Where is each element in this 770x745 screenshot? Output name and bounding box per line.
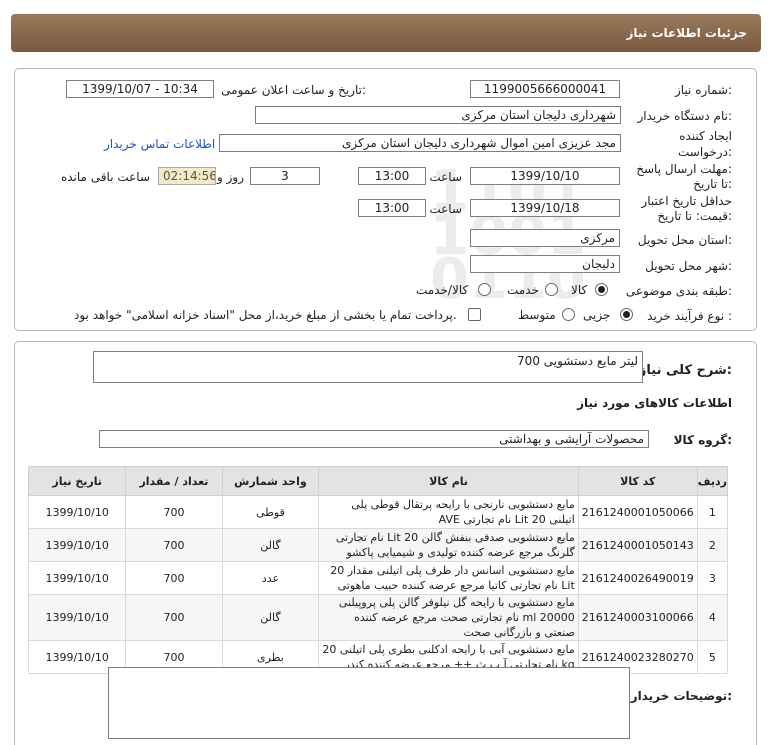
row-unit: گالن [221,594,320,641]
row-code: 2161240001050143 [577,528,698,562]
category-option-goods-service: کالا/خدمت [416,283,469,297]
deadline-time-field: 13:00 [358,167,426,185]
province-label: استان محل تحویل: [637,233,732,247]
process-label: نوع فرآیند خرید : [647,309,732,323]
row-name: مایع دستشویی با رایحه گل نیلوفر گالن پلی… [318,594,579,641]
buyer-org-field: شهرداری دلیجان استان مرکزی [255,106,621,124]
validity-label-2: قیمت: تا تاریخ: [657,209,732,223]
page-header: جزئیات اطلاعات نیاز [11,14,761,52]
row-index: 2 [696,528,729,562]
table-row: 3 2161240026490019 مایع دستشویی اسانس دا… [27,561,729,595]
days-label: روز و [217,170,244,184]
category-option-goods: کالا [571,283,588,297]
goods-table-header: ردیف کد کالا نام کالا واحد شمارش تعداد /… [27,466,729,496]
col-code: کد کالا [577,466,698,496]
row-qty: 700 [125,594,223,641]
row-unit: عدد [221,561,320,595]
validity-time-field: 13:00 [358,199,426,217]
row-date: 1399/10/10 [27,561,127,595]
creator-field: مجد عزیزی امین اموال شهرداری دلیجان استا… [219,134,621,152]
treasury-payment-checkbox[interactable] [468,308,481,321]
table-row: 1 2161240001050066 مایع دستشویی نارنجی ب… [27,495,729,529]
row-qty: 700 [125,561,223,595]
col-date: تاریخ نیاز [27,466,127,496]
summary-label: شرح کلی نیاز: [638,363,732,378]
goods-group-field: محصولات آرایشی و بهداشتی [99,430,649,448]
row-unit: گالن [221,528,320,562]
deadline-time-label: ساعت [429,170,462,184]
days-field: 3 [250,167,320,185]
remaining-time-field: 02:14:56 [158,167,216,185]
row-index: 3 [696,561,729,595]
col-qty: تعداد / مقدار [125,466,223,496]
row-index: 1 [696,495,729,529]
row-code: 2161240026490019 [577,561,698,595]
process-radio-medium[interactable] [562,308,575,321]
category-option-service: خدمت [507,283,539,297]
col-name: نام کالا [318,466,579,496]
buyer-contact-link[interactable]: اطلاعات تماس خریدار [104,137,215,151]
process-radio-minor[interactable] [620,308,633,321]
row-qty: 700 [125,495,223,529]
city-label: شهر محل تحویل: [645,259,732,273]
row-index: 5 [696,640,729,674]
buyer-notes-label: توضیحات خریدار: [630,689,732,703]
validity-label-1: حداقل تاریخ اعتبار [641,194,732,208]
table-row: 4 2161240003100066 مایع دستشویی با رایحه… [27,594,729,641]
row-code: 2161240001050066 [577,495,698,529]
buyer-org-label: نام دستگاه خریدار: [637,109,733,123]
category-radio-goods[interactable] [595,283,608,296]
row-code: 2161240003100066 [577,594,698,641]
remaining-label: ساعت باقی مانده [60,170,150,184]
goods-table: ردیف کد کالا نام کالا واحد شمارش تعداد /… [27,466,729,674]
row-date: 1399/10/10 [27,528,127,562]
goods-group-label: گروه کالا: [673,433,732,447]
summary-field: 700 لیتر مایع دستشویی [93,351,643,383]
col-row: ردیف [696,466,729,496]
buyer-notes-field [108,667,630,739]
announce-datetime-field: 1399/10/07 - 10:34 [66,80,214,98]
row-date: 1399/10/10 [27,495,127,529]
row-unit: قوطی [221,495,320,529]
row-name: مایع دستشویی اسانس دار ظرف پلی اتیلنی مق… [318,561,579,595]
need-number-label: شماره نیاز: [674,83,732,97]
announce-label: تاریخ و ساعت اعلان عمومی: [221,83,366,97]
validity-date-field: 1399/10/18 [470,199,620,217]
table-row: 2 2161240001050143 مایع دستشویی صدفی بنف… [27,528,729,562]
deadline-label-1: مهلت ارسال پاسخ: [636,162,732,176]
treasury-payment-note: پرداخت تمام یا بخشی از مبلغ خرید،از محل … [74,308,457,322]
process-option-medium: متوسط [518,308,556,322]
row-date: 1399/10/10 [27,594,127,641]
city-field: دلیجان [470,255,620,273]
category-radio-service[interactable] [545,283,558,296]
col-unit: واحد شمارش [221,466,320,496]
goods-section-title: اطلاعات کالاهای مورد نیاز [577,396,732,410]
category-label: طبقه بندی موضوعی: [625,284,732,298]
row-qty: 700 [125,528,223,562]
creator-label-2: درخواست: [678,145,732,159]
province-field: مرکزی [470,229,620,247]
need-number-field: 1199005666000041 [470,80,620,98]
row-index: 4 [696,594,729,641]
category-radio-goods-service[interactable] [478,283,491,296]
page-title: جزئیات اطلاعات نیاز [626,26,747,40]
validity-time-label: ساعت [429,202,462,216]
deadline-label-2: تا تاریخ: [693,177,732,191]
creator-label-1: ایجاد کننده [679,129,732,143]
process-option-minor: جزیی [583,308,611,322]
deadline-date-field: 1399/10/10 [470,167,620,185]
row-name: مایع دستشویی نارنجی با رایحه پرتقال قوطی… [318,495,579,529]
row-name: مایع دستشویی صدفی بنفش گالن 20 Lit نام ت… [318,528,579,562]
